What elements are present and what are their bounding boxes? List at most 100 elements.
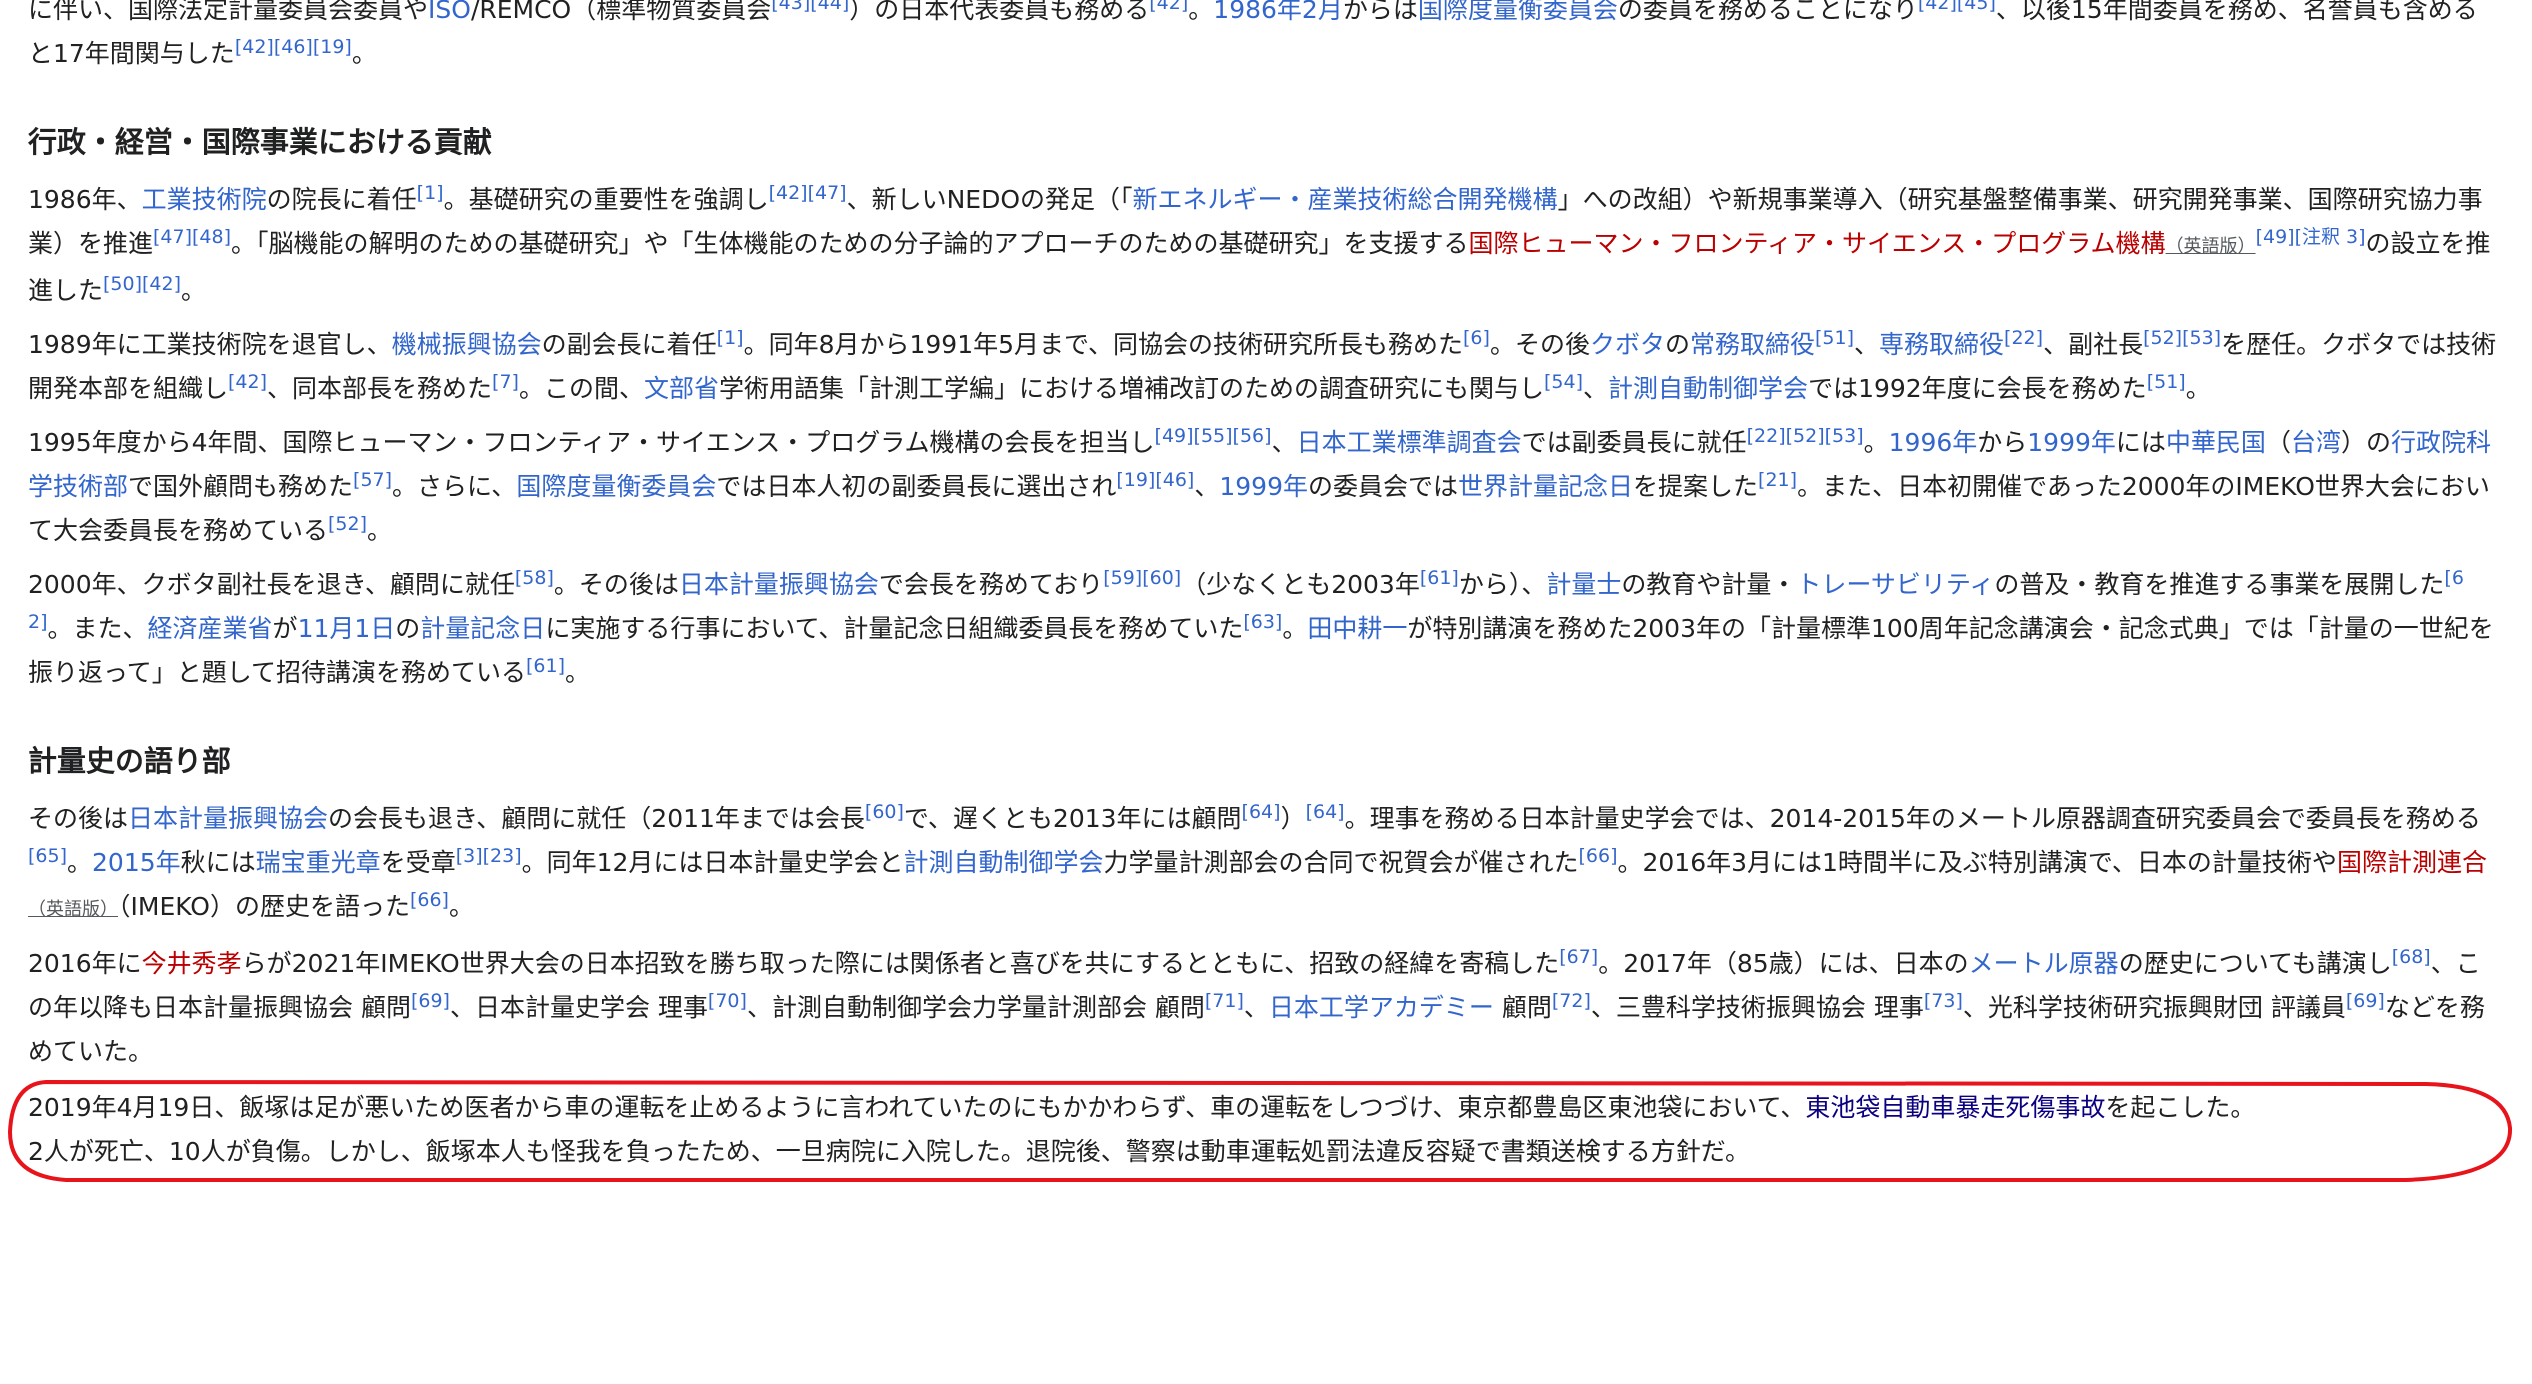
citation-link[interactable]: [69] [411, 990, 450, 1012]
wiki-link[interactable]: 1986年2月 [1213, 0, 1343, 24]
wiki-link[interactable]: 瑞宝重光章 [256, 848, 381, 877]
wiki-link[interactable]: 国際度量衡委員会 [1418, 0, 1618, 24]
citation-link[interactable]: [64] [1242, 801, 1281, 823]
citation-link[interactable]: [1] [717, 327, 744, 349]
interlanguage-link[interactable]: （英語版） [2166, 236, 2256, 257]
citation-link[interactable]: [64] [1306, 801, 1345, 823]
citation-ref: [71] [1205, 990, 1244, 1012]
citation-link[interactable]: [51] [1815, 327, 1854, 349]
wiki-link[interactable]: 中華民国 [2166, 428, 2266, 457]
citation-link[interactable]: [22] [2004, 327, 2043, 349]
citation-link[interactable]: [69] [2346, 990, 2385, 1012]
citation-link[interactable]: [22][52][53] [1747, 425, 1864, 447]
section-heading-admin: 行政・経営・国際事業における貢献 [28, 125, 493, 159]
citation-link[interactable]: [57] [353, 469, 392, 491]
citation-link[interactable]: [59][60] [1103, 567, 1181, 589]
citation-link[interactable]: [61] [526, 655, 565, 677]
text-run: 、光科学技術研究振興財団 評議員 [1962, 993, 2346, 1022]
citation-link[interactable]: [3][23] [456, 845, 522, 867]
wiki-link[interactable]: 常務取締役 [1690, 330, 1815, 359]
text-run: の普及・教育を推進する事業を展開した [1994, 570, 2445, 599]
citation-link[interactable]: [42] [228, 371, 267, 393]
wiki-link[interactable]: 工業技術院 [142, 185, 267, 214]
citation-link[interactable]: [66] [410, 889, 449, 911]
citation-link[interactable]: [42] [1149, 0, 1188, 14]
citation-link[interactable]: [7] [492, 371, 519, 393]
text-run: の委員会では [1308, 472, 1459, 501]
wiki-link[interactable]: 1996年 [1889, 428, 1978, 457]
wiki-link[interactable]: 田中耕一 [1307, 614, 1407, 643]
citation-link[interactable]: [52] [328, 513, 367, 535]
citation-link[interactable]: [52][53] [2143, 327, 2221, 349]
citation-link[interactable]: [19][46] [1116, 469, 1194, 491]
citation-ref: [65] [28, 845, 67, 867]
wiki-link[interactable]: クボタ [1590, 330, 1665, 359]
wiki-link[interactable]: 国際度量衡委員会 [516, 472, 716, 501]
wiki-link[interactable]: 機械振興協会 [392, 330, 542, 359]
interlanguage-link[interactable]: （英語版） [28, 899, 118, 920]
text-run: の [395, 614, 421, 643]
wiki-link[interactable]: 計量記念日 [420, 614, 545, 643]
citation-link[interactable]: [71] [1205, 990, 1244, 1012]
wiki-link[interactable]: 日本計量振興協会 [128, 804, 328, 833]
citation-link[interactable]: [60] [865, 801, 904, 823]
citation-link[interactable]: [67] [1559, 946, 1598, 968]
citation-ref: [69] [411, 990, 450, 1012]
wiki-link[interactable]: 世界計量記念日 [1458, 472, 1633, 501]
citation-link[interactable]: [49][55][56] [1155, 425, 1272, 447]
citation-link[interactable]: [65] [28, 845, 67, 867]
citation-link[interactable]: [49][注釈 3] [2256, 226, 2366, 248]
wiki-link[interactable]: 日本工学アカデミー [1269, 993, 1494, 1022]
citation-link[interactable]: [42][46][19] [235, 36, 352, 58]
citation-link[interactable]: [21] [1758, 469, 1797, 491]
citation-link[interactable]: [42][47] [769, 182, 847, 204]
citation-link[interactable]: [72] [1552, 990, 1591, 1012]
text-run: 。 [448, 892, 474, 921]
wiki-link[interactable]: 計測自動制御学会 [903, 848, 1103, 877]
citation-link[interactable]: [54] [1544, 371, 1583, 393]
red-link[interactable]: 国際ヒューマン・フロンティア・サイエンス・プログラム機構 [1469, 229, 2166, 258]
citation-link[interactable]: [43][44] [771, 0, 849, 14]
wiki-link[interactable]: 2015年 [92, 848, 181, 877]
citation-link[interactable]: [70] [708, 990, 747, 1012]
citation-link[interactable]: [73] [1924, 990, 1963, 1012]
red-link[interactable]: 国際計測連合 [2337, 848, 2487, 877]
wiki-link[interactable]: 新エネルギー・産業技術総合開発機構 [1133, 185, 1558, 214]
wiki-link[interactable]: 専務取締役 [1879, 330, 2004, 359]
citation-link[interactable]: [42][45] [1918, 0, 1996, 14]
citation-link[interactable]: [58] [515, 567, 554, 589]
paragraph: 2000年、クボタ副社長を退き、顧問に就任[58]。その後は日本計量振興協会で会… [28, 563, 2498, 695]
citation-link[interactable]: [6] [1463, 327, 1490, 349]
citation-link[interactable]: [47][48] [153, 226, 231, 248]
wiki-link[interactable]: 1999年 [2027, 428, 2116, 457]
wiki-link[interactable]: 台湾 [2291, 428, 2341, 457]
text-run: 。また、 [47, 614, 148, 643]
wiki-link[interactable]: 計量士 [1546, 570, 1621, 599]
wiki-link[interactable]: 1999年 [1219, 472, 1308, 501]
citation-link[interactable]: [61] [1420, 567, 1459, 589]
text-run: 。 [1188, 0, 1214, 24]
text-run: 。 [67, 848, 93, 877]
wiki-link[interactable]: 経済産業省 [148, 614, 273, 643]
wiki-link[interactable]: メートル原器 [1969, 949, 2119, 978]
wiki-link[interactable]: ISO [428, 0, 471, 24]
citation-link[interactable]: [63] [1243, 611, 1282, 633]
paragraph: に伴い、国際法定計量委員会委員やISO/REMCO（標準物質委員会[43][44… [28, 0, 2498, 76]
wiki-link[interactable]: 計測自動制御学会 [1608, 374, 1808, 403]
wiki-link[interactable]: トレーサビリティ [1796, 570, 1994, 599]
wiki-link[interactable]: 日本工業標準調査会 [1297, 428, 1522, 457]
wiki-link[interactable]: 日本計量振興協会 [679, 570, 879, 599]
wiki-link[interactable]: 東池袋自動車暴走死傷事故 [1805, 1093, 2105, 1122]
text-run: で会長を務めており [878, 570, 1104, 599]
citation-link[interactable]: [1] [417, 182, 444, 204]
text-run: （少なくとも2003年 [1181, 570, 1420, 599]
red-link[interactable]: 今井秀孝 [142, 949, 242, 978]
citation-link[interactable]: [51] [2147, 371, 2186, 393]
citation-link[interactable]: [68] [2392, 946, 2431, 968]
text-run: 2016年に [28, 949, 142, 978]
citation-ref: [6] [1463, 327, 1490, 349]
wiki-link[interactable]: 11月1日 [298, 614, 396, 643]
citation-link[interactable]: [66] [1578, 845, 1617, 867]
citation-link[interactable]: [50][42] [103, 273, 181, 295]
wiki-link[interactable]: 文部省 [644, 374, 719, 403]
